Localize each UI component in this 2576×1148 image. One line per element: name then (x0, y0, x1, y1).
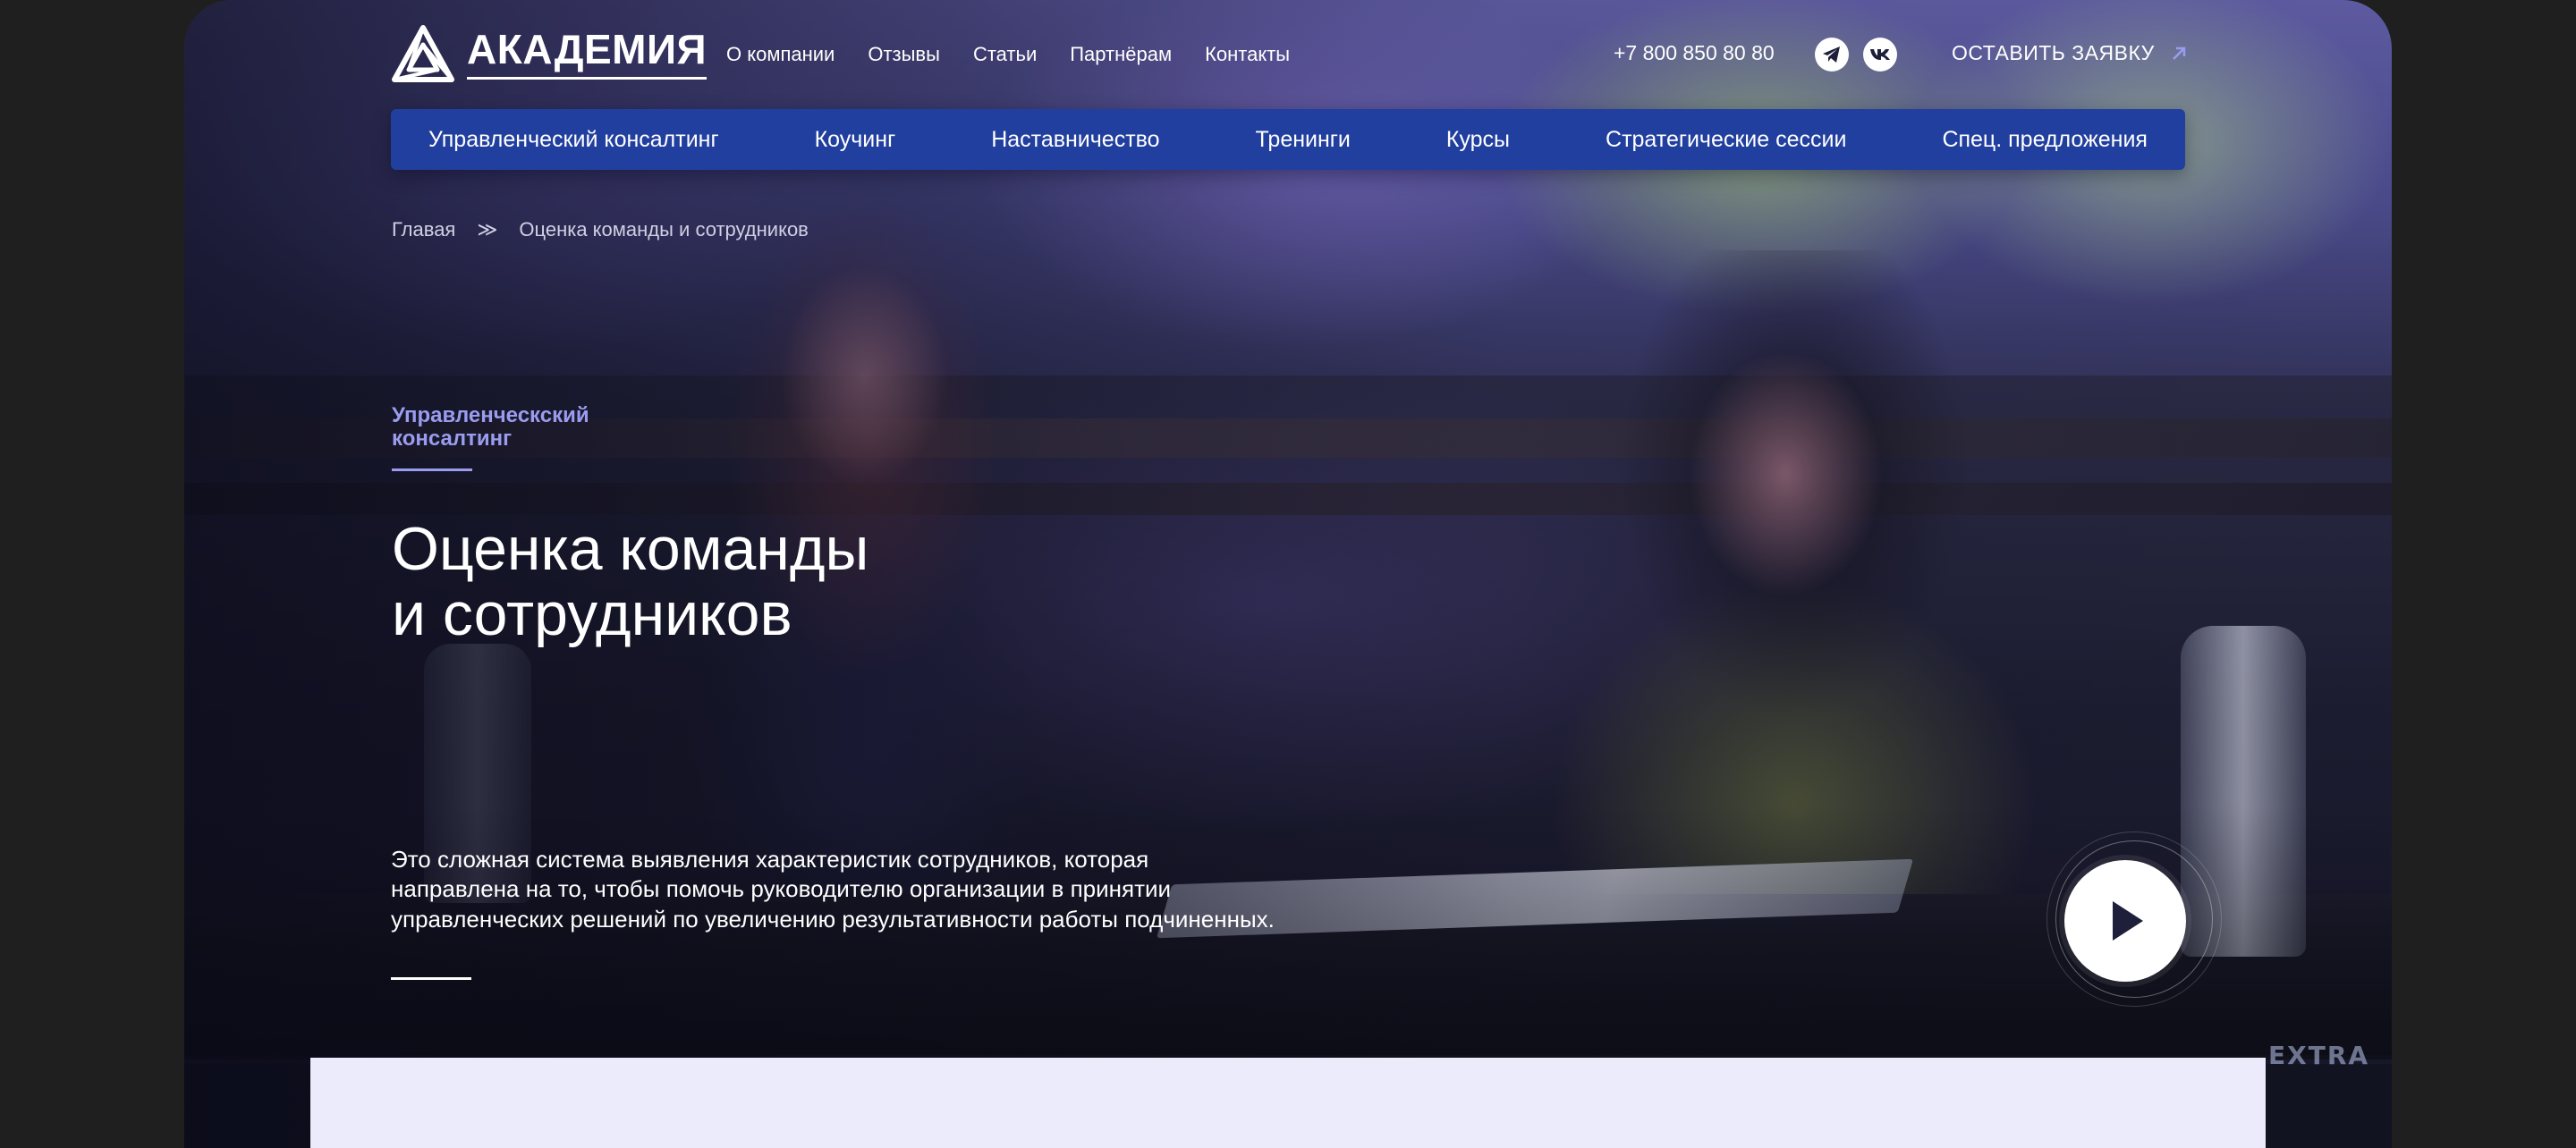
cta-label: ОСТАВИТЬ ЗАЯВКУ (1952, 41, 2155, 64)
telegram-icon[interactable] (1815, 38, 1849, 72)
brand-name: АКАДЕМИЯ (467, 29, 708, 80)
title-line-1: Оценка команды (392, 515, 869, 583)
hero-category[interactable]: Управленческский консалтинг (392, 403, 589, 452)
social-links (1815, 38, 1897, 72)
phone-number[interactable]: +7 800 850 80 80 (1614, 41, 1775, 65)
nav-link-contacts[interactable]: Контакты (1205, 43, 1290, 66)
page-title: Оценка команды и сотрудников (392, 515, 869, 649)
content-panel (310, 1058, 2266, 1148)
category-line-1: Управленческский (392, 403, 589, 427)
arrow-up-right-icon (2172, 46, 2185, 60)
service-link-courses[interactable]: Курсы (1446, 127, 1510, 153)
play-icon (2113, 901, 2143, 941)
nav-link-articles[interactable]: Статьи (973, 43, 1037, 66)
nav-link-partners[interactable]: Партнёрам (1070, 43, 1172, 66)
background-sign: EXTRA (2268, 1041, 2370, 1068)
nav-link-company[interactable]: О компании (726, 43, 835, 66)
service-link-coaching[interactable]: Коучинг (815, 127, 896, 153)
title-line-2: и сотрудников (392, 580, 792, 649)
service-link-trainings[interactable]: Тренинги (1256, 127, 1351, 153)
brand-logo[interactable]: АКАДЕМИЯ (392, 25, 708, 82)
play-video-button[interactable] (2064, 860, 2186, 982)
nav-link-reviews[interactable]: Отзывы (868, 43, 940, 66)
service-link-special-offers[interactable]: Спец. предложения (1942, 127, 2148, 153)
logo-triangle-icon (392, 25, 454, 82)
hero-description: Это сложная система выявления характерис… (391, 846, 1275, 933)
description-underline (391, 977, 471, 980)
hero-frame: АКАДЕМИЯ О компании Отзывы Статьи Партнё… (184, 0, 2392, 1148)
breadcrumb-separator: ≫ (477, 218, 498, 241)
service-link-strategic-sessions[interactable]: Стратегические сессии (1606, 127, 1846, 153)
request-cta-button[interactable]: ОСТАВИТЬ ЗАЯВКУ (1952, 41, 2187, 65)
category-underline (392, 468, 472, 471)
breadcrumb: Главая ≫ Оценка команды и сотрудников (392, 218, 809, 241)
service-link-mentoring[interactable]: Наставничество (991, 127, 1159, 153)
top-nav: О компании Отзывы Статьи Партнёрам Конта… (726, 43, 1290, 66)
category-line-2: консалтинг (392, 426, 513, 452)
service-link-consulting[interactable]: Управленческий консалтинг (428, 127, 719, 153)
breadcrumb-current: Оценка команды и сотрудников (519, 218, 809, 241)
vk-icon[interactable] (1863, 38, 1897, 72)
services-menu: Управленческий консалтинг Коучинг Настав… (391, 109, 2185, 170)
breadcrumb-home[interactable]: Главая (392, 218, 455, 241)
